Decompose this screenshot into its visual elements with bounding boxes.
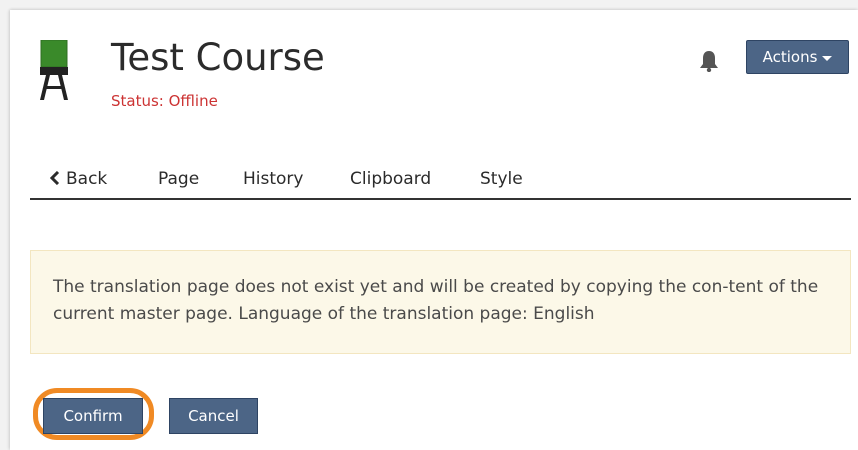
tab-page[interactable]: Page [158, 168, 199, 190]
chevron-left-icon [50, 171, 60, 185]
info-message: The translation page does not exist yet … [30, 250, 851, 354]
actions-button-label: Actions [762, 48, 818, 66]
actions-button[interactable]: Actions [746, 40, 849, 74]
tab-clipboard[interactable]: Clipboard [350, 168, 431, 190]
cancel-button[interactable]: Cancel [169, 398, 258, 434]
main-panel: Test Course Status: Offline Actions Back… [10, 10, 858, 450]
tab-back[interactable]: Back [50, 168, 107, 190]
status-text: Status: Offline [111, 92, 218, 110]
tab-bar: Back Page History Clipboard Style [30, 168, 851, 200]
bell-icon[interactable] [699, 50, 719, 72]
confirm-button[interactable]: Confirm [43, 398, 143, 434]
tab-back-label: Back [66, 169, 108, 189]
page-title: Test Course [111, 36, 325, 79]
info-message-text: The translation page does not exist yet … [53, 277, 819, 324]
tab-history[interactable]: History [243, 168, 303, 190]
easel-board-icon [40, 40, 68, 100]
tab-style[interactable]: Style [480, 168, 523, 190]
caret-down-icon [822, 55, 833, 61]
